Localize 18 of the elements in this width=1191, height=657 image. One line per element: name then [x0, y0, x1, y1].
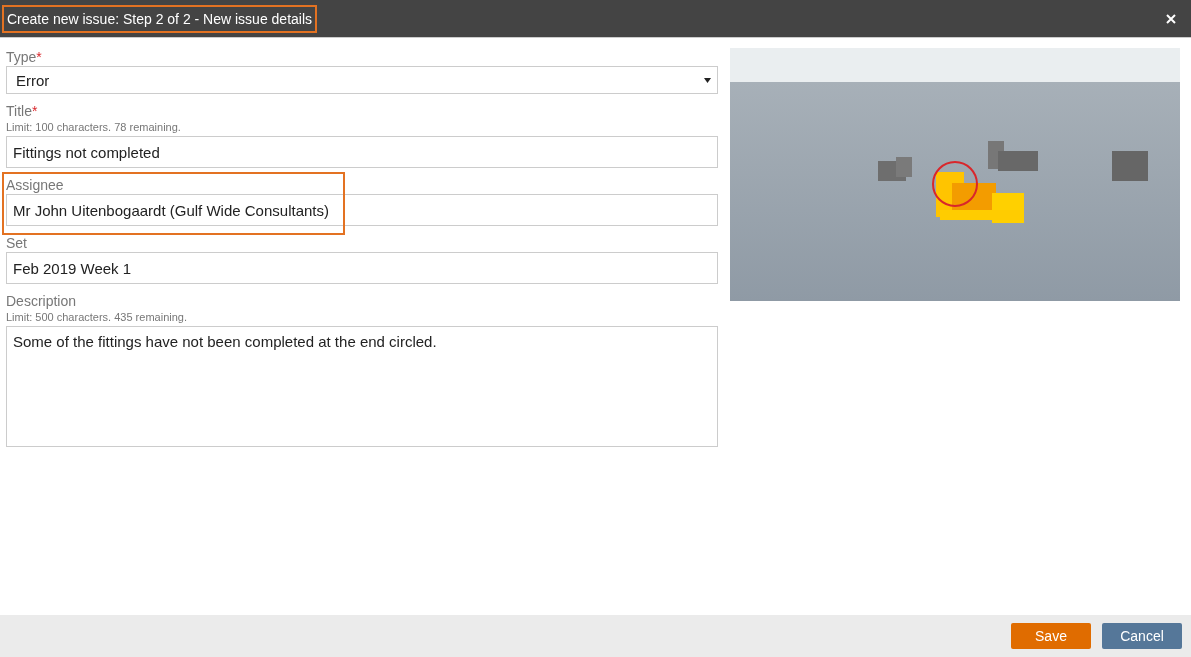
- text-field[interactable]: Fittings not completed: [6, 136, 718, 168]
- character-limit-hint: Limit: 500 characters. 435 remaining.: [6, 311, 188, 324]
- field-label: Type: [6, 48, 37, 66]
- cancel-button[interactable]: Cancel: [1102, 623, 1182, 649]
- dialog-title: Create new issue: Step 2 of 2 - New issue details: [2, 4, 318, 33]
- text-field[interactable]: Mr John Uitenbogaardt (Gulf Wide Consultants): [6, 194, 718, 226]
- dropdown-caret-icon: [704, 77, 711, 83]
- description-field[interactable]: Some of the fittings have not been completed at the end circled.: [6, 326, 718, 447]
- field-label: Set: [6, 234, 28, 252]
- field-label: Assignee: [6, 176, 65, 194]
- text-field[interactable]: Feb 2019 Week 1: [6, 252, 718, 284]
- required-mark: *: [31, 102, 38, 120]
- field-label: Description: [6, 292, 78, 310]
- close-icon: [1166, 13, 1176, 24]
- type-dropdown[interactable]: Error: [6, 66, 718, 94]
- required-mark: *: [36, 48, 42, 66]
- character-limit-hint: Limit: 100 characters. 78 remaining.: [6, 121, 182, 134]
- field-label: Title: [6, 102, 32, 120]
